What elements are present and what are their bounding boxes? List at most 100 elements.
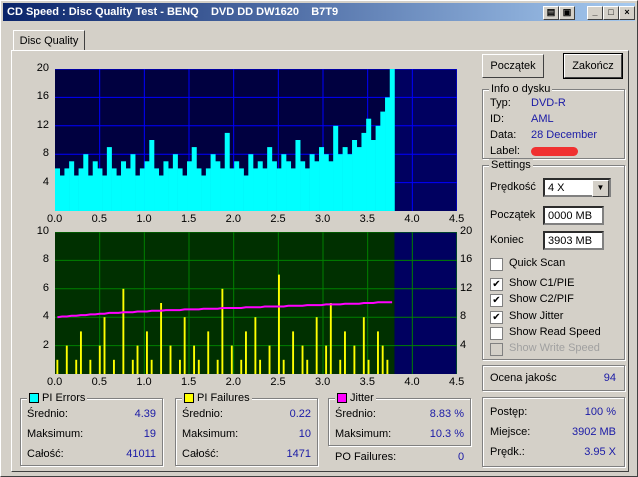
maximize-button[interactable]: □ <box>603 6 619 20</box>
x-tick-label: 1.0 <box>136 376 152 388</box>
pie-bar <box>144 161 150 211</box>
x-tick-label: 4.0 <box>404 376 420 388</box>
pif-bar <box>131 359 134 374</box>
pif-bar <box>145 331 148 374</box>
start-label: Początek <box>490 209 536 221</box>
y-tick-label: 10 <box>36 225 49 237</box>
pif-bar <box>112 359 115 374</box>
pif-bar <box>103 317 106 374</box>
pif-bar <box>150 359 153 374</box>
label-redacted-mark <box>531 147 578 156</box>
pie-bar <box>361 132 367 211</box>
pie-bar <box>290 168 296 211</box>
copy-icon[interactable]: ▤ <box>543 6 559 20</box>
show-write-speed-label: Show Write Speed <box>509 342 600 354</box>
show-write-speed-checkbox <box>490 343 503 356</box>
start-button[interactable]: Początek <box>482 54 544 78</box>
pie-bar <box>139 168 145 211</box>
speed-select-value: 4 X <box>548 182 565 194</box>
speed-select[interactable]: 4 X ▼ <box>543 178 611 197</box>
pi-errors-title: PI Errors <box>27 392 88 404</box>
pie-bar <box>78 168 84 211</box>
jitter-max-label: Maksimum: <box>335 428 392 440</box>
pie-bar <box>73 175 79 211</box>
settings-group: Settings Prędkość 4 X ▼ Początek 0000 MB… <box>482 159 625 360</box>
pie-bar <box>196 168 202 211</box>
pif-bar <box>230 345 233 374</box>
pie-bar <box>337 154 343 211</box>
pie-bar <box>154 168 160 211</box>
tab-disc-quality[interactable]: Disc Quality <box>13 30 85 51</box>
pif-bar <box>353 345 356 374</box>
jitter-title-text: Jitter <box>350 392 374 404</box>
pif-bar <box>344 331 346 374</box>
show-c1-checkbox[interactable]: ✔ <box>490 278 503 291</box>
pie-bar <box>309 154 315 211</box>
progress-group: Postęp: 100 % Miejsce: 3902 MB Prędk.: 3… <box>482 397 625 467</box>
pie-bar <box>380 111 386 211</box>
pie-bar <box>238 168 244 211</box>
pie-bar <box>281 154 287 211</box>
pie-bar <box>55 168 61 211</box>
pie-bar <box>347 154 353 211</box>
y-tick-label: 16 <box>36 90 49 103</box>
pif-bar <box>197 359 200 374</box>
pie-bar <box>370 140 376 211</box>
show-c2-checkbox[interactable]: ✔ <box>490 294 503 307</box>
start-input[interactable]: 0000 MB <box>543 206 604 225</box>
pif-bar <box>79 331 82 374</box>
pif-bar <box>160 303 163 374</box>
pie-bar <box>187 161 193 211</box>
end-button[interactable]: Zakończ <box>563 53 623 79</box>
pie-bar <box>253 168 259 211</box>
pie-bar <box>191 147 197 211</box>
pif-bar <box>367 359 370 374</box>
pif-bar <box>169 345 172 374</box>
pie-bar <box>300 161 306 211</box>
po-failures-label: PO Failures: <box>335 451 397 463</box>
x-tick-label: 3.0 <box>315 376 331 388</box>
pif-bar <box>178 359 181 374</box>
show-jitter-checkbox[interactable]: ✔ <box>490 311 503 324</box>
pie-bar <box>271 161 277 211</box>
pie-bar <box>262 168 268 211</box>
pie-bar <box>375 125 381 211</box>
y2-tick-label: 12 <box>460 281 473 294</box>
pif-bar <box>56 359 59 374</box>
chevron-down-icon[interactable]: ▼ <box>592 180 609 197</box>
pif-bar <box>301 345 304 374</box>
pie-max-value: 19 <box>143 428 156 440</box>
minimize-button[interactable]: _ <box>587 6 603 20</box>
type-value: DVD-R <box>531 97 566 109</box>
end-input[interactable]: 3903 MB <box>543 231 604 250</box>
pif-bar <box>221 288 224 374</box>
settings-title: Settings <box>489 159 533 171</box>
y2-tick-label: 4 <box>460 338 467 351</box>
title-bar[interactable]: CD Speed : Disc Quality Test - BENQ DVD … <box>3 3 635 21</box>
pie-bar <box>276 168 282 211</box>
pif-bar <box>89 359 92 374</box>
pif-bar <box>329 303 332 374</box>
y-tick-label: 2 <box>42 338 49 351</box>
pif-bar <box>98 345 101 374</box>
pif-bar <box>377 331 379 374</box>
pif-avg-label: Średnio: <box>182 408 223 420</box>
pif-bar <box>292 331 295 374</box>
pif-bar <box>315 317 318 374</box>
x-tick-label: 0.0 <box>47 376 63 388</box>
pie-bar <box>342 147 348 211</box>
pif-bar <box>306 359 309 374</box>
pie-bar <box>116 175 122 211</box>
save-icon[interactable]: ▣ <box>559 6 575 20</box>
pie-bar <box>234 161 240 211</box>
pie-bar <box>163 161 169 211</box>
close-button[interactable]: × <box>619 6 635 20</box>
x-tick-label: 3.5 <box>359 213 375 225</box>
x-tick-label: 0.5 <box>91 213 107 225</box>
pie-bar <box>158 175 164 211</box>
show-read-speed-checkbox[interactable] <box>490 327 503 340</box>
x-tick-label: 2.0 <box>225 213 241 225</box>
label-label: Label: <box>490 145 520 157</box>
pif-total-label: Całość: <box>182 448 219 460</box>
quick-scan-checkbox[interactable] <box>490 258 503 271</box>
